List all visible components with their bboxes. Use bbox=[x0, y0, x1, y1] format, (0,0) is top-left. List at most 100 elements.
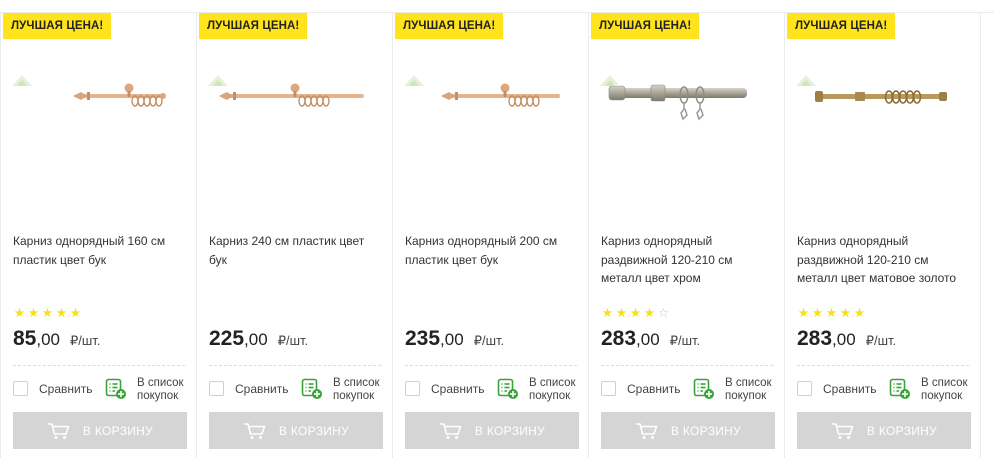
best-price-badge: ЛУЧШАЯ ЦЕНА! bbox=[395, 13, 504, 39]
star-icon: ★ bbox=[839, 306, 852, 320]
wishlist-label: В список покупок bbox=[529, 377, 576, 402]
compare-toggle[interactable]: Сравнить bbox=[13, 381, 92, 396]
compare-toggle[interactable]: Сравнить bbox=[797, 381, 876, 396]
product-grid: ЛУЧШАЯ ЦЕНА! Карниз однорядный 160 см пл… bbox=[0, 12, 994, 458]
add-to-shopping-list-button[interactable]: В список покупок bbox=[889, 377, 973, 403]
add-to-shopping-list-button[interactable]: В список покупок bbox=[497, 377, 581, 403]
price-decimal: ,00 bbox=[832, 330, 856, 349]
price-unit: ₽/шт. bbox=[669, 333, 701, 348]
star-icon: ★ bbox=[55, 306, 68, 320]
compare-checkbox[interactable] bbox=[797, 381, 812, 396]
product-title[interactable]: Карниз 240 см пластик цвет бук bbox=[209, 232, 381, 269]
compare-label: Сравнить bbox=[431, 381, 485, 396]
add-to-shopping-list-button[interactable]: В список покупок bbox=[105, 377, 189, 403]
product-card: ЛУЧШАЯ ЦЕНА! Карниз однорядный раздвижно… bbox=[589, 13, 785, 458]
cart-button-label: В КОРЗИНУ bbox=[82, 423, 154, 438]
cart-button-label: В КОРЗИНУ bbox=[670, 423, 742, 438]
star-icon: ★ bbox=[41, 306, 54, 320]
add-to-shopping-list-button[interactable]: В список покупок bbox=[301, 377, 385, 403]
star-icon: ★ bbox=[27, 306, 40, 320]
add-to-cart-button[interactable]: В КОРЗИНУ bbox=[405, 412, 579, 449]
price-integer: 85 bbox=[13, 327, 37, 350]
cart-button-label: В КОРЗИНУ bbox=[866, 423, 938, 438]
best-price-badge: ЛУЧШАЯ ЦЕНА! bbox=[787, 13, 896, 39]
product-title[interactable]: Карниз однорядный раздвижной 120-210 см … bbox=[601, 232, 773, 288]
shopping-list-icon bbox=[301, 378, 322, 399]
star-icon: ★ bbox=[69, 306, 82, 320]
price-integer: 283 bbox=[797, 327, 833, 350]
price-decimal: ,00 bbox=[636, 330, 660, 349]
add-to-shopping-list-button[interactable]: В список покупок bbox=[693, 377, 777, 403]
price: 283 ,00 ₽/шт. bbox=[601, 327, 700, 357]
divider bbox=[209, 365, 381, 366]
cart-icon bbox=[439, 422, 462, 439]
price-decimal: ,00 bbox=[36, 330, 60, 349]
compare-label: Сравнить bbox=[627, 381, 681, 396]
cart-icon bbox=[47, 422, 70, 439]
divider bbox=[601, 365, 773, 366]
price-decimal: ,00 bbox=[244, 330, 268, 349]
cart-button-label: В КОРЗИНУ bbox=[278, 423, 350, 438]
price-unit: ₽/шт. bbox=[70, 333, 101, 348]
price: 235 ,00 ₽/шт. bbox=[405, 327, 504, 357]
compare-toggle[interactable]: Сравнить bbox=[405, 381, 484, 396]
price: 85 ,00 ₽/шт. bbox=[13, 327, 100, 357]
compare-label: Сравнить bbox=[39, 381, 93, 396]
curtain-rod-beech-icon[interactable] bbox=[207, 73, 383, 153]
wishlist-label: В список покупок bbox=[921, 377, 968, 402]
add-to-cart-button[interactable]: В КОРЗИНУ bbox=[209, 412, 383, 449]
product-title[interactable]: Карниз однорядный 200 см пластик цвет бу… bbox=[405, 232, 577, 269]
star-empty-icon: ☆ bbox=[657, 306, 670, 320]
wishlist-label: В список покупок bbox=[333, 377, 380, 402]
add-to-cart-button[interactable]: В КОРЗИНУ bbox=[13, 412, 187, 449]
compare-toggle[interactable]: Сравнить bbox=[601, 381, 680, 396]
shopping-list-icon bbox=[497, 378, 518, 399]
product-card: ЛУЧШАЯ ЦЕНА! Карниз 240 см пластик цвет … bbox=[197, 13, 393, 458]
price: 283 ,00 ₽/шт. bbox=[797, 327, 896, 357]
curtain-rod-beech-icon[interactable] bbox=[11, 73, 187, 153]
product-card: ЛУЧШАЯ ЦЕНА! Карниз однорядный 200 см пл… bbox=[393, 13, 589, 458]
price-integer: 235 bbox=[405, 327, 441, 350]
product-card: ЛУЧШАЯ ЦЕНА! Карниз однорядный раздвижно… bbox=[785, 13, 981, 458]
cart-icon bbox=[831, 422, 854, 439]
divider bbox=[405, 365, 577, 366]
add-to-cart-button[interactable]: В КОРЗИНУ bbox=[601, 412, 775, 449]
star-icon: ★ bbox=[797, 306, 810, 320]
compare-label: Сравнить bbox=[823, 381, 877, 396]
star-icon: ★ bbox=[853, 306, 866, 320]
product-title[interactable]: Карниз однорядный раздвижной 120-210 см … bbox=[797, 232, 969, 288]
compare-toggle[interactable]: Сравнить bbox=[209, 381, 288, 396]
star-icon: ★ bbox=[811, 306, 824, 320]
price-integer: 283 bbox=[601, 327, 637, 350]
divider bbox=[13, 365, 185, 366]
product-title[interactable]: Карниз однорядный 160 см пластик цвет бу… bbox=[13, 232, 185, 269]
curtain-rod-chrome-icon[interactable] bbox=[599, 73, 775, 153]
best-price-badge: ЛУЧШАЯ ЦЕНА! bbox=[3, 13, 112, 39]
star-icon: ★ bbox=[615, 306, 628, 320]
product-card: ЛУЧШАЯ ЦЕНА! Карниз однорядный 160 см пл… bbox=[0, 13, 197, 458]
curtain-rod-beech-icon[interactable] bbox=[403, 73, 579, 153]
wishlist-label: В список покупок bbox=[725, 377, 772, 402]
star-icon: ★ bbox=[601, 306, 614, 320]
star-icon: ★ bbox=[643, 306, 656, 320]
compare-checkbox[interactable] bbox=[209, 381, 224, 396]
price: 225 ,00 ₽/шт. bbox=[209, 327, 308, 357]
best-price-badge: ЛУЧШАЯ ЦЕНА! bbox=[199, 13, 308, 39]
add-to-cart-button[interactable]: В КОРЗИНУ bbox=[797, 412, 971, 449]
wishlist-label: В список покупок bbox=[137, 377, 184, 402]
divider bbox=[797, 365, 969, 366]
rating-stars: ★ ★ ★ ★ ☆ bbox=[601, 306, 670, 320]
rating-stars: ★ ★ ★ ★ ★ bbox=[13, 306, 82, 320]
price-unit: ₽/шт. bbox=[473, 333, 505, 348]
compare-checkbox[interactable] bbox=[601, 381, 616, 396]
curtain-rod-gold-icon[interactable] bbox=[795, 73, 971, 153]
star-icon: ★ bbox=[629, 306, 642, 320]
star-icon: ★ bbox=[13, 306, 26, 320]
rating-stars: ★ ★ ★ ★ ★ bbox=[797, 306, 866, 320]
shopping-list-icon bbox=[889, 378, 910, 399]
price-integer: 225 bbox=[209, 327, 245, 350]
cart-button-label: В КОРЗИНУ bbox=[474, 423, 546, 438]
price-decimal: ,00 bbox=[440, 330, 464, 349]
compare-checkbox[interactable] bbox=[405, 381, 420, 396]
compare-checkbox[interactable] bbox=[13, 381, 28, 396]
